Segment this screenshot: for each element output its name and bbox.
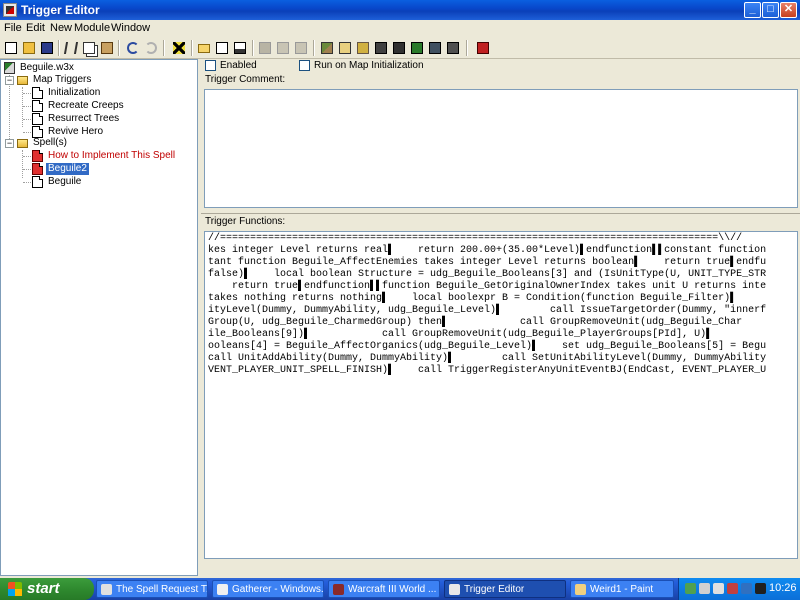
title-bar[interactable]: Trigger Editor _ □ ✕ bbox=[0, 0, 800, 20]
new-event-icon[interactable] bbox=[256, 39, 274, 57]
menu-module[interactable]: Module bbox=[74, 22, 110, 34]
start-button[interactable]: start bbox=[0, 578, 94, 600]
taskbar-item[interactable]: Weird1 - Paint bbox=[570, 580, 674, 598]
paste-icon[interactable] bbox=[98, 39, 116, 57]
menu-edit[interactable]: Edit bbox=[26, 22, 45, 34]
trigger-functions-label: Trigger Functions: bbox=[205, 216, 286, 227]
new-condition-icon[interactable] bbox=[274, 39, 292, 57]
security-icon[interactable] bbox=[699, 583, 710, 594]
new-comment-icon[interactable] bbox=[231, 39, 249, 57]
folder-icon bbox=[17, 139, 28, 148]
map-icon bbox=[4, 62, 15, 74]
campaign-editor-icon[interactable] bbox=[390, 39, 408, 57]
open-icon[interactable] bbox=[20, 39, 38, 57]
trigger-icon bbox=[32, 113, 43, 125]
paint-icon bbox=[575, 584, 586, 595]
test-map-icon[interactable] bbox=[474, 39, 492, 57]
code-line: ityLevel(Dummy, DummyAbility, udg_Beguil… bbox=[208, 305, 767, 316]
enabled-checkbox[interactable] bbox=[205, 60, 216, 71]
close-button[interactable]: ✕ bbox=[780, 2, 797, 18]
menu-bar: File Edit New Module Window bbox=[0, 20, 800, 37]
trigger-functions-editor[interactable]: //======================================… bbox=[204, 231, 798, 559]
taskbar-item[interactable]: The Spell Request T... bbox=[96, 580, 208, 598]
new-action-icon[interactable] bbox=[292, 39, 310, 57]
tray-app-icon[interactable] bbox=[727, 583, 738, 594]
collapse-map-triggers[interactable]: − bbox=[5, 76, 14, 85]
undo-icon[interactable] bbox=[124, 39, 142, 57]
taskbar-item-active[interactable]: Trigger Editor bbox=[444, 580, 566, 598]
ai-editor-icon[interactable] bbox=[408, 39, 426, 57]
trigger-editor-icon bbox=[449, 584, 460, 595]
error-trigger-icon bbox=[32, 163, 43, 175]
object-editor-icon[interactable] bbox=[372, 39, 390, 57]
code-line: VENT_PLAYER_UNIT_SPELL_FINISH)▌ call Tri… bbox=[208, 365, 767, 376]
redo-icon[interactable] bbox=[142, 39, 160, 57]
menu-window[interactable]: Window bbox=[111, 22, 150, 34]
code-line: tant function Beguile_AffectEnemies take… bbox=[208, 257, 767, 268]
taskbar-item[interactable]: Gatherer - Windows... bbox=[212, 580, 324, 598]
trigger-comment-label: Trigger Comment: bbox=[205, 74, 286, 85]
trigger-comment-input[interactable] bbox=[204, 89, 798, 208]
folder-icon bbox=[17, 76, 28, 85]
clock[interactable]: 10:26 bbox=[769, 582, 797, 594]
toolbar bbox=[0, 37, 800, 59]
cut-icon[interactable] bbox=[62, 39, 80, 57]
enabled-label: Enabled bbox=[220, 60, 257, 71]
taskbar: start The Spell Request T... Gatherer - … bbox=[0, 578, 800, 600]
window-title: Trigger Editor bbox=[21, 3, 100, 17]
code-line: kes integer Level returns real▌ return 2… bbox=[208, 245, 767, 256]
trigger-properties-pane: Enabled Run on Map Initialization Trigge… bbox=[201, 59, 800, 576]
terrain-editor-icon[interactable] bbox=[318, 39, 336, 57]
minimize-button[interactable]: _ bbox=[744, 2, 761, 18]
volume-icon[interactable] bbox=[713, 583, 724, 594]
code-line: false)▌ local boolean Structure = udg_Be… bbox=[208, 269, 767, 280]
copy-icon[interactable] bbox=[80, 39, 98, 57]
taskbar-item[interactable]: Warcraft III World ... bbox=[328, 580, 440, 598]
browser-icon bbox=[217, 584, 228, 595]
save-icon[interactable] bbox=[38, 39, 56, 57]
new-icon[interactable] bbox=[2, 39, 20, 57]
trigger-icon bbox=[32, 100, 43, 112]
network-icon[interactable] bbox=[685, 583, 696, 594]
trigger-editor-tool-icon[interactable] bbox=[336, 39, 354, 57]
sound-editor-icon[interactable] bbox=[354, 39, 372, 57]
messenger-icon[interactable] bbox=[755, 583, 766, 594]
import-manager-icon[interactable] bbox=[444, 39, 462, 57]
delete-icon[interactable] bbox=[170, 39, 188, 57]
code-line: Group(U, udg_Beguile_CharmedGroup) then▌… bbox=[208, 317, 743, 328]
trigger-icon bbox=[32, 87, 43, 99]
code-line: ooleans[4] = Beguile_AffectOrganics(udg_… bbox=[208, 341, 767, 352]
run-on-init-checkbox[interactable] bbox=[299, 60, 310, 71]
tray-app-icon[interactable] bbox=[741, 583, 752, 594]
status-bar bbox=[201, 562, 800, 576]
trigger-editor-icon bbox=[3, 3, 17, 17]
system-tray: 10:26 bbox=[678, 578, 800, 600]
new-trigger-icon[interactable] bbox=[213, 39, 231, 57]
code-line: return true▌endfunction▌▌function Beguil… bbox=[208, 281, 767, 292]
code-line: //======================================… bbox=[208, 233, 743, 244]
new-category-icon[interactable] bbox=[195, 39, 213, 57]
code-line: ile_Booleans[9])▌ call GroupRemoveUnit(u… bbox=[208, 329, 713, 340]
trigger-editor-window: Trigger Editor _ □ ✕ File Edit New Modul… bbox=[0, 0, 800, 578]
pane-splitter[interactable] bbox=[201, 210, 800, 214]
maximize-button[interactable]: □ bbox=[762, 2, 779, 18]
code-line: call UnitAddAbility(Dummy, DummyAbility)… bbox=[208, 353, 767, 364]
collapse-spells[interactable]: − bbox=[5, 139, 14, 148]
trigger-icon bbox=[32, 176, 43, 188]
world-editor-icon bbox=[333, 584, 344, 595]
menu-new[interactable]: New bbox=[50, 22, 72, 34]
trigger-tree[interactable]: Beguile.w3x − Map Triggers Initializatio… bbox=[0, 59, 198, 576]
menu-file[interactable]: File bbox=[4, 22, 22, 34]
error-trigger-icon bbox=[32, 150, 43, 162]
windows-logo-icon bbox=[8, 582, 22, 596]
object-manager-icon[interactable] bbox=[426, 39, 444, 57]
browser-icon bbox=[101, 584, 112, 595]
code-line: takes nothing returns nothing▌ local boo… bbox=[208, 293, 737, 304]
run-on-init-label: Run on Map Initialization bbox=[314, 60, 424, 71]
